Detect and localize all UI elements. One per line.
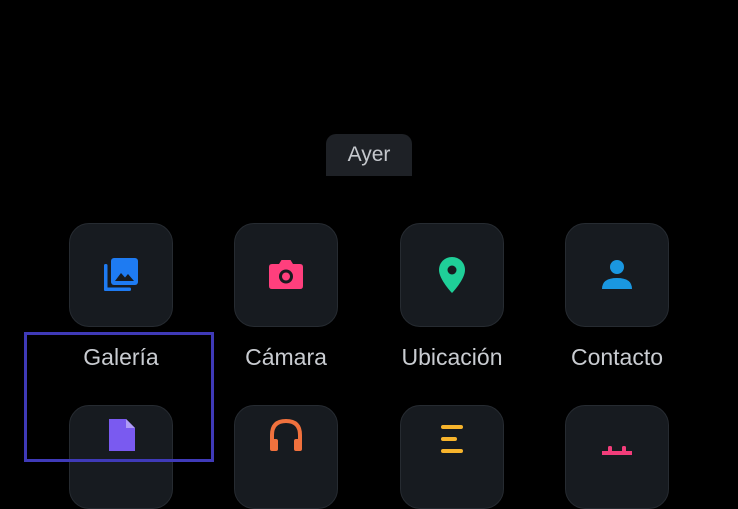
camera-label: Cámara	[245, 344, 327, 370]
document-button[interactable]	[69, 405, 173, 509]
calendar-icon	[602, 446, 632, 455]
camera-icon	[269, 260, 303, 289]
gallery-button[interactable]	[69, 223, 173, 327]
date-chip-label: Ayer	[347, 143, 391, 166]
contact-label: Contacto	[570, 344, 664, 370]
location-label: Ubicación	[401, 344, 503, 370]
poll-icon	[441, 425, 463, 453]
gallery-icon	[104, 258, 138, 291]
person-icon	[602, 260, 632, 289]
contact-button[interactable]	[565, 223, 669, 327]
audio-button[interactable]	[234, 405, 338, 509]
camera-button[interactable]	[234, 223, 338, 327]
poll-button[interactable]	[400, 405, 504, 509]
location-button[interactable]	[400, 223, 504, 327]
location-pin-icon	[439, 257, 465, 293]
event-button[interactable]	[565, 405, 669, 509]
headphones-icon	[270, 418, 302, 451]
gallery-label: Galería	[83, 344, 159, 370]
document-icon	[109, 419, 135, 451]
date-chip: Ayer	[326, 134, 412, 176]
